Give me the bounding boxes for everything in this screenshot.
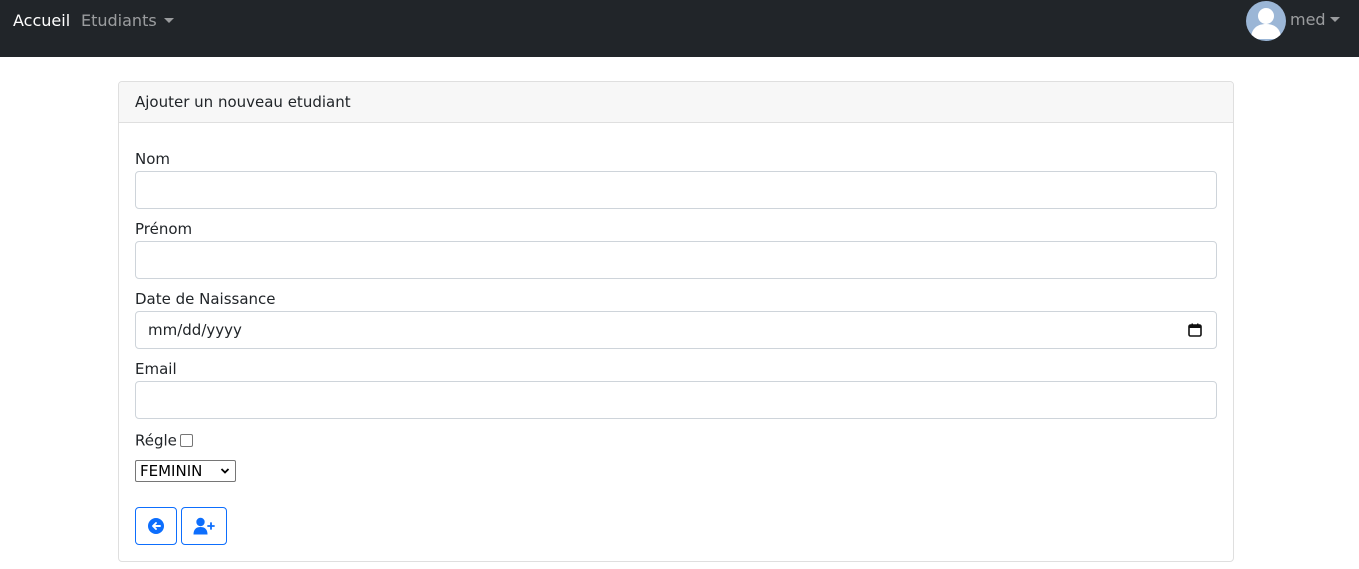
circle-arrow-left-icon: [148, 518, 164, 534]
date-naissance-input[interactable]: mm/dd/yyyy: [135, 311, 1217, 349]
prenom-label: Prénom: [135, 220, 193, 238]
genre-selected-value: FEMININ: [140, 462, 203, 480]
nav-etudiants-label: Etudiants: [81, 11, 157, 30]
add-student-card: Ajouter un nouveau etudiant Nom Prénom D…: [118, 81, 1234, 562]
date-naissance-label: Date de Naissance: [135, 290, 276, 308]
top-navbar: Accueil Etudiants med: [0, 0, 1359, 57]
back-button[interactable]: [135, 507, 177, 545]
avatar: [1246, 1, 1286, 41]
regle-field: Régle: [135, 430, 193, 450]
prenom-input[interactable]: [135, 241, 1217, 279]
chevron-down-icon: [220, 468, 230, 474]
regle-label: Régle: [135, 431, 177, 450]
card-title: Ajouter un nouveau etudiant: [135, 93, 351, 111]
caret-down-icon: [1330, 17, 1340, 22]
email-label: Email: [135, 360, 177, 378]
user-name: med: [1290, 10, 1326, 29]
email-input[interactable]: [135, 381, 1217, 419]
calendar-icon[interactable]: [1188, 323, 1202, 337]
card-header: Ajouter un nouveau etudiant: [119, 82, 1233, 123]
user-plus-icon: [193, 517, 215, 535]
add-student-button[interactable]: [181, 507, 227, 545]
nav-etudiants-dropdown[interactable]: Etudiants: [81, 11, 174, 30]
date-placeholder: mm/dd/yyyy: [148, 321, 242, 339]
genre-select[interactable]: FEMININ: [135, 460, 236, 482]
nom-label: Nom: [135, 150, 171, 168]
caret-down-icon: [163, 18, 174, 23]
nav-home-link[interactable]: Accueil: [13, 11, 70, 30]
nom-input[interactable]: [135, 171, 1217, 209]
regle-checkbox[interactable]: [179, 434, 193, 447]
user-avatar-icon: [1251, 8, 1281, 39]
